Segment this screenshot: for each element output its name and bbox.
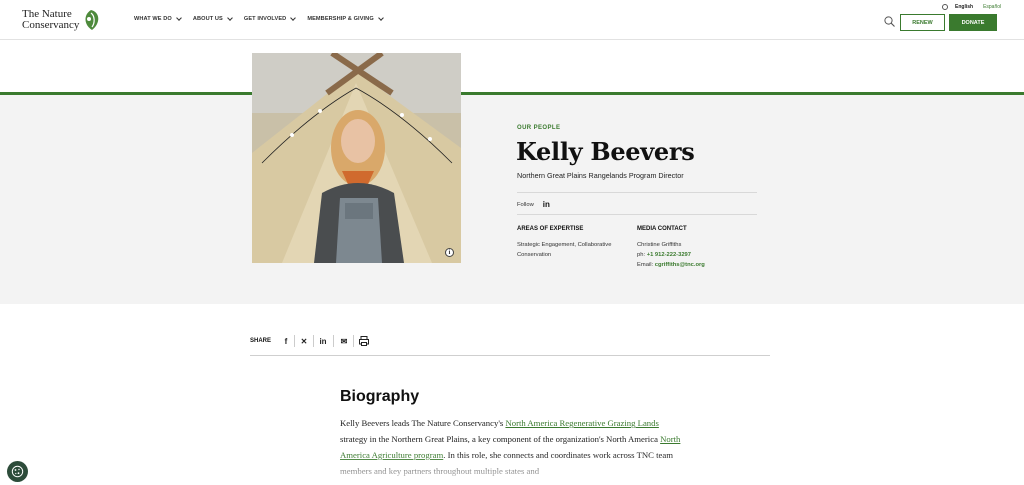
search-icon[interactable] [884,16,895,27]
biography-heading: Biography [340,388,420,405]
section-eyebrow: OUR PEOPLE [517,125,561,131]
share-divider [250,355,770,356]
media-contact-details: Christine Griffiths ph: +1 912-222-3297 … [637,240,705,270]
follow-row: Follow in [517,200,550,209]
expertise-line: Strategic Engagement, Collaborative [517,242,612,248]
share-separator [333,335,334,347]
media-contact-email-row: Email: cgriffiths@tnc.org [637,260,705,270]
globe-icon [942,4,948,10]
nav-what-we-do-label: WHAT WE DO [134,16,172,22]
email-label: Email: [637,262,654,268]
renew-button[interactable]: RENEW [900,14,945,31]
nav-what-we-do[interactable]: WHAT WE DO [134,15,182,22]
person-role: Northern Great Plains Rangelands Program… [517,171,684,180]
cookie-settings-button[interactable] [7,461,28,482]
phone-label: ph: [637,252,646,258]
media-contact-name: Christine Griffiths [637,242,682,248]
profile-hero-band [0,92,1024,304]
chevron-down-icon [377,15,384,21]
main-nav: WHAT WE DO ABOUT US GET INVOLVED MEMBERS… [134,15,395,22]
expertise-list: Strategic Engagement, Collaborative Cons… [517,240,611,260]
divider [517,192,757,193]
media-contact-phone-row: ph: +1 912-222-3297 [637,250,705,260]
profile-photo [252,53,461,263]
chevron-down-icon [176,15,182,21]
nav-about-us-label: ABOUT US [192,16,223,22]
share-separator [353,335,354,347]
email-icon[interactable]: ✉ [338,335,350,347]
linkedin-share-icon[interactable]: in [317,335,329,347]
x-twitter-icon[interactable]: ✕ [298,335,310,347]
share-label: SHARE [250,338,272,344]
linkedin-icon[interactable]: in [543,200,550,209]
profile-photo-illustration [252,53,461,263]
nav-membership-giving[interactable]: MEMBERSHIP & GIVING [307,15,384,22]
bio-text-segment: strategy in the Northern Great Plains, a… [340,434,661,444]
logo-wordmark: The Nature Conservancy [22,9,79,31]
lang-espanol[interactable]: Español [983,4,1001,10]
nav-get-involved[interactable]: GET INVOLVED [243,15,297,22]
lang-english[interactable]: English [955,4,973,10]
bottom-fade [0,455,1024,485]
expertise-title: AREAS OF EXPERTISE [517,226,584,232]
phone-link[interactable]: +1 912-222-3297 [647,252,691,258]
media-contact-title: MEDIA CONTACT [637,226,687,232]
tnc-logo[interactable]: The Nature Conservancy [22,7,104,35]
cookie-icon [11,465,24,478]
bio-text-segment: Kelly Beevers leads The Nature Conservan… [340,418,506,428]
regenerative-grazing-link[interactable]: North America Regenerative Grazing Lands [505,418,658,428]
nav-membership-giving-label: MEMBERSHIP & GIVING [307,16,374,22]
photo-info-icon[interactable]: i [445,248,454,257]
share-separator [294,335,295,347]
facebook-icon[interactable]: f [280,335,292,347]
share-separator [313,335,314,347]
language-switcher: English Español [942,4,1001,10]
nav-get-involved-label: GET INVOLVED [243,16,287,22]
chevron-down-icon [290,15,297,21]
email-link[interactable]: cgriffiths@tnc.org [655,262,705,268]
person-name: Kelly Beevers [516,137,695,166]
nav-about-us[interactable]: ABOUT US [192,15,233,22]
expertise-line: Conservation [517,252,552,258]
leaf-logo-icon [85,10,99,30]
donate-button[interactable]: DONATE [949,14,997,31]
follow-label: Follow [517,201,534,208]
divider [517,214,757,215]
print-icon[interactable] [358,335,370,347]
chevron-down-icon [227,15,233,21]
site-header: The Nature Conservancy WHAT WE DO ABOUT … [0,0,1024,40]
logo-line-2: Conservancy [22,19,80,31]
